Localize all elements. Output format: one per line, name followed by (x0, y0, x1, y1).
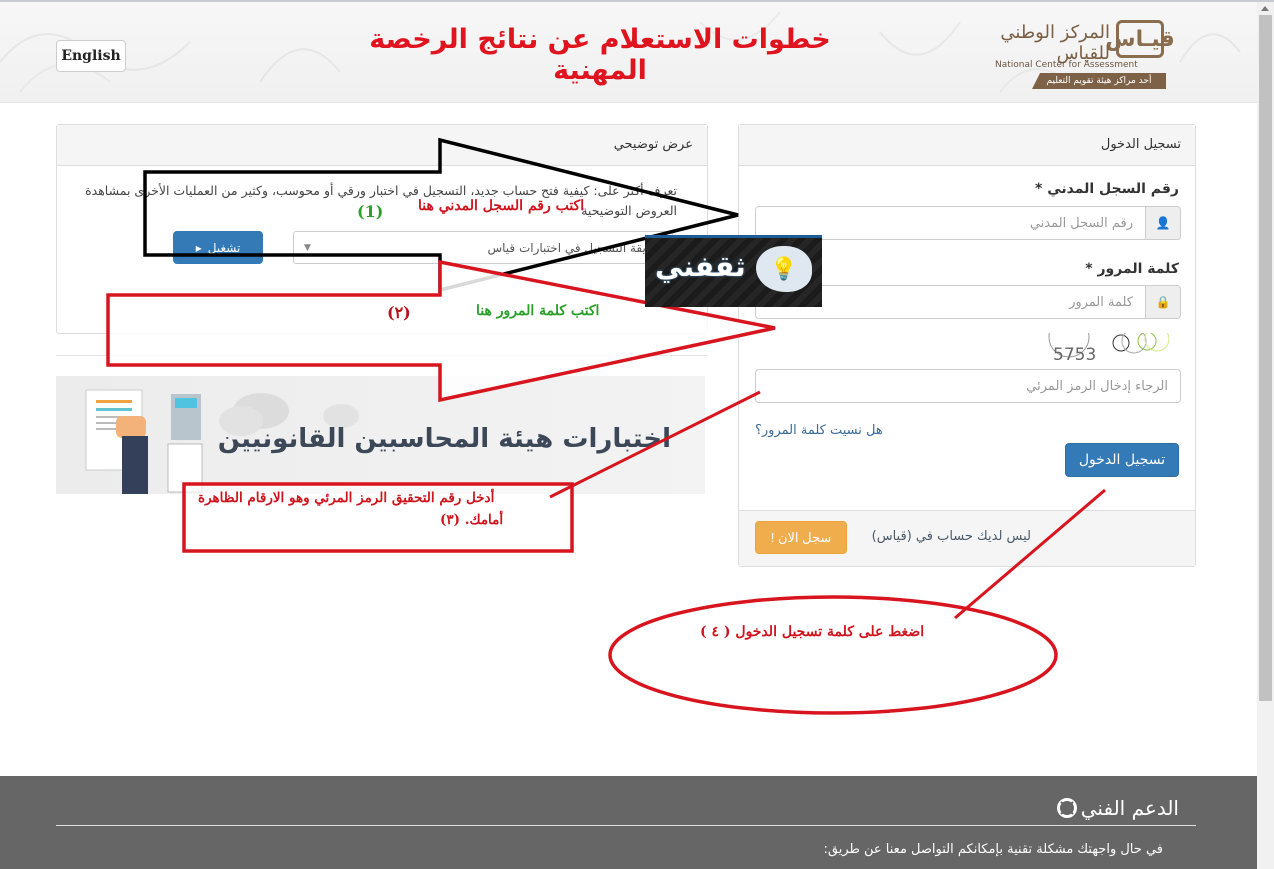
accountants-exam-banner[interactable]: اختبارات هيئة المحاسبين القانونيين (56, 376, 705, 494)
watermark-text: ثقفني (655, 250, 746, 283)
section-divider (56, 355, 708, 356)
lock-icon: 🔒 (1145, 286, 1180, 318)
login-button[interactable]: تسجيل الدخول (1065, 443, 1179, 477)
login-panel-footer: ليس لديك حساب في (قياس) سجل الان ! (739, 510, 1195, 566)
password-label: كلمة المرور * (1085, 261, 1179, 277)
step2-label: اكتب كلمة المرور هنا (476, 303, 600, 319)
chevron-down-icon: ▼ (304, 243, 311, 253)
thaqafni-watermark: 💡 ثقفني (645, 235, 822, 307)
step3-label-line2: أمامك. (٣) (440, 512, 504, 528)
qiyas-logo[interactable]: قيـاس المركز الوطني للقياس National Cent… (992, 16, 1175, 92)
site-footer: الدعم الفني في حال واجهتك مشكلة تقنية بإ… (0, 776, 1257, 869)
step2-number: (٢) (387, 303, 411, 322)
no-account-text: ليس لديك حساب في (قياس) (871, 529, 1031, 544)
lifebuoy-icon (1056, 798, 1077, 818)
login-panel: تسجيل الدخول رقم السجل المدني * 👤 كلمة ا… (738, 124, 1196, 567)
logo-arabic-name: المركز الوطني للقياس (1000, 22, 1110, 64)
demo-select[interactable]: طريقة التسجيل في اختبارات قياس ▼ (293, 231, 673, 264)
demo-select-value: طريقة التسجيل في اختبارات قياس (487, 241, 662, 255)
logo-english-name: National Center for Assessment (995, 60, 1138, 70)
user-icon: 👤 (1145, 207, 1180, 239)
banner-title: اختبارات هيئة المحاسبين القانونيين (217, 424, 671, 454)
captcha-image: 5753 (1039, 333, 1175, 367)
step3-label-line1: أدخل رقم التحقيق الرمز المرئي وهو الارقا… (198, 490, 495, 506)
scroll-up-arrow-icon[interactable] (1261, 6, 1269, 11)
step4-label: اضغط على كلمة تسجيل الدخول ( ٤ ) (700, 624, 925, 640)
play-button-label: تشغيل (207, 240, 241, 255)
play-icon: ▸ (195, 240, 202, 255)
captcha-code: 5753 (1053, 345, 1097, 365)
forgot-password-link[interactable]: هل نسيت كلمة المرور؟ (755, 423, 883, 438)
support-text: في حال واجهتك مشكلة تقنية بإمكانكم التوا… (823, 842, 1163, 857)
step1-number: (1) (357, 202, 384, 221)
step4-ellipse (608, 595, 1058, 715)
register-button[interactable]: سجل الان ! (755, 521, 847, 554)
support-title-text: الدعم الفني (1080, 796, 1179, 820)
captcha-input[interactable] (755, 369, 1181, 403)
logo-mark: قيـاس (1105, 20, 1175, 58)
lightbulb-icon: 💡 (756, 246, 812, 292)
page-title: خطوات الاستعلام عن نتائج الرخصة المهنية (369, 24, 831, 86)
civil-id-label: رقم السجل المدني * (1035, 181, 1179, 197)
site-header: English خطوات الاستعلام عن نتائج الرخصة … (0, 2, 1257, 103)
scrollbar-thumb[interactable] (1259, 15, 1272, 701)
demo-panel: عرض توضيحي تعرف أكثر على: كيفية فتح حساب… (56, 124, 708, 334)
demo-panel-title: عرض توضيحي (57, 125, 707, 166)
support-divider (56, 825, 1196, 826)
step1-label: اكتب رقم السجل المدني هنا (418, 198, 585, 214)
logo-ribbon: أحد مراكز هيئة تقويم التعليم (1032, 73, 1166, 89)
support-heading: الدعم الفني (1056, 796, 1179, 820)
play-button[interactable]: ▸ تشغيل (173, 231, 263, 264)
login-panel-title: تسجيل الدخول (739, 125, 1195, 166)
vertical-scrollbar[interactable] (1257, 2, 1274, 869)
english-language-button[interactable]: English (56, 40, 126, 72)
